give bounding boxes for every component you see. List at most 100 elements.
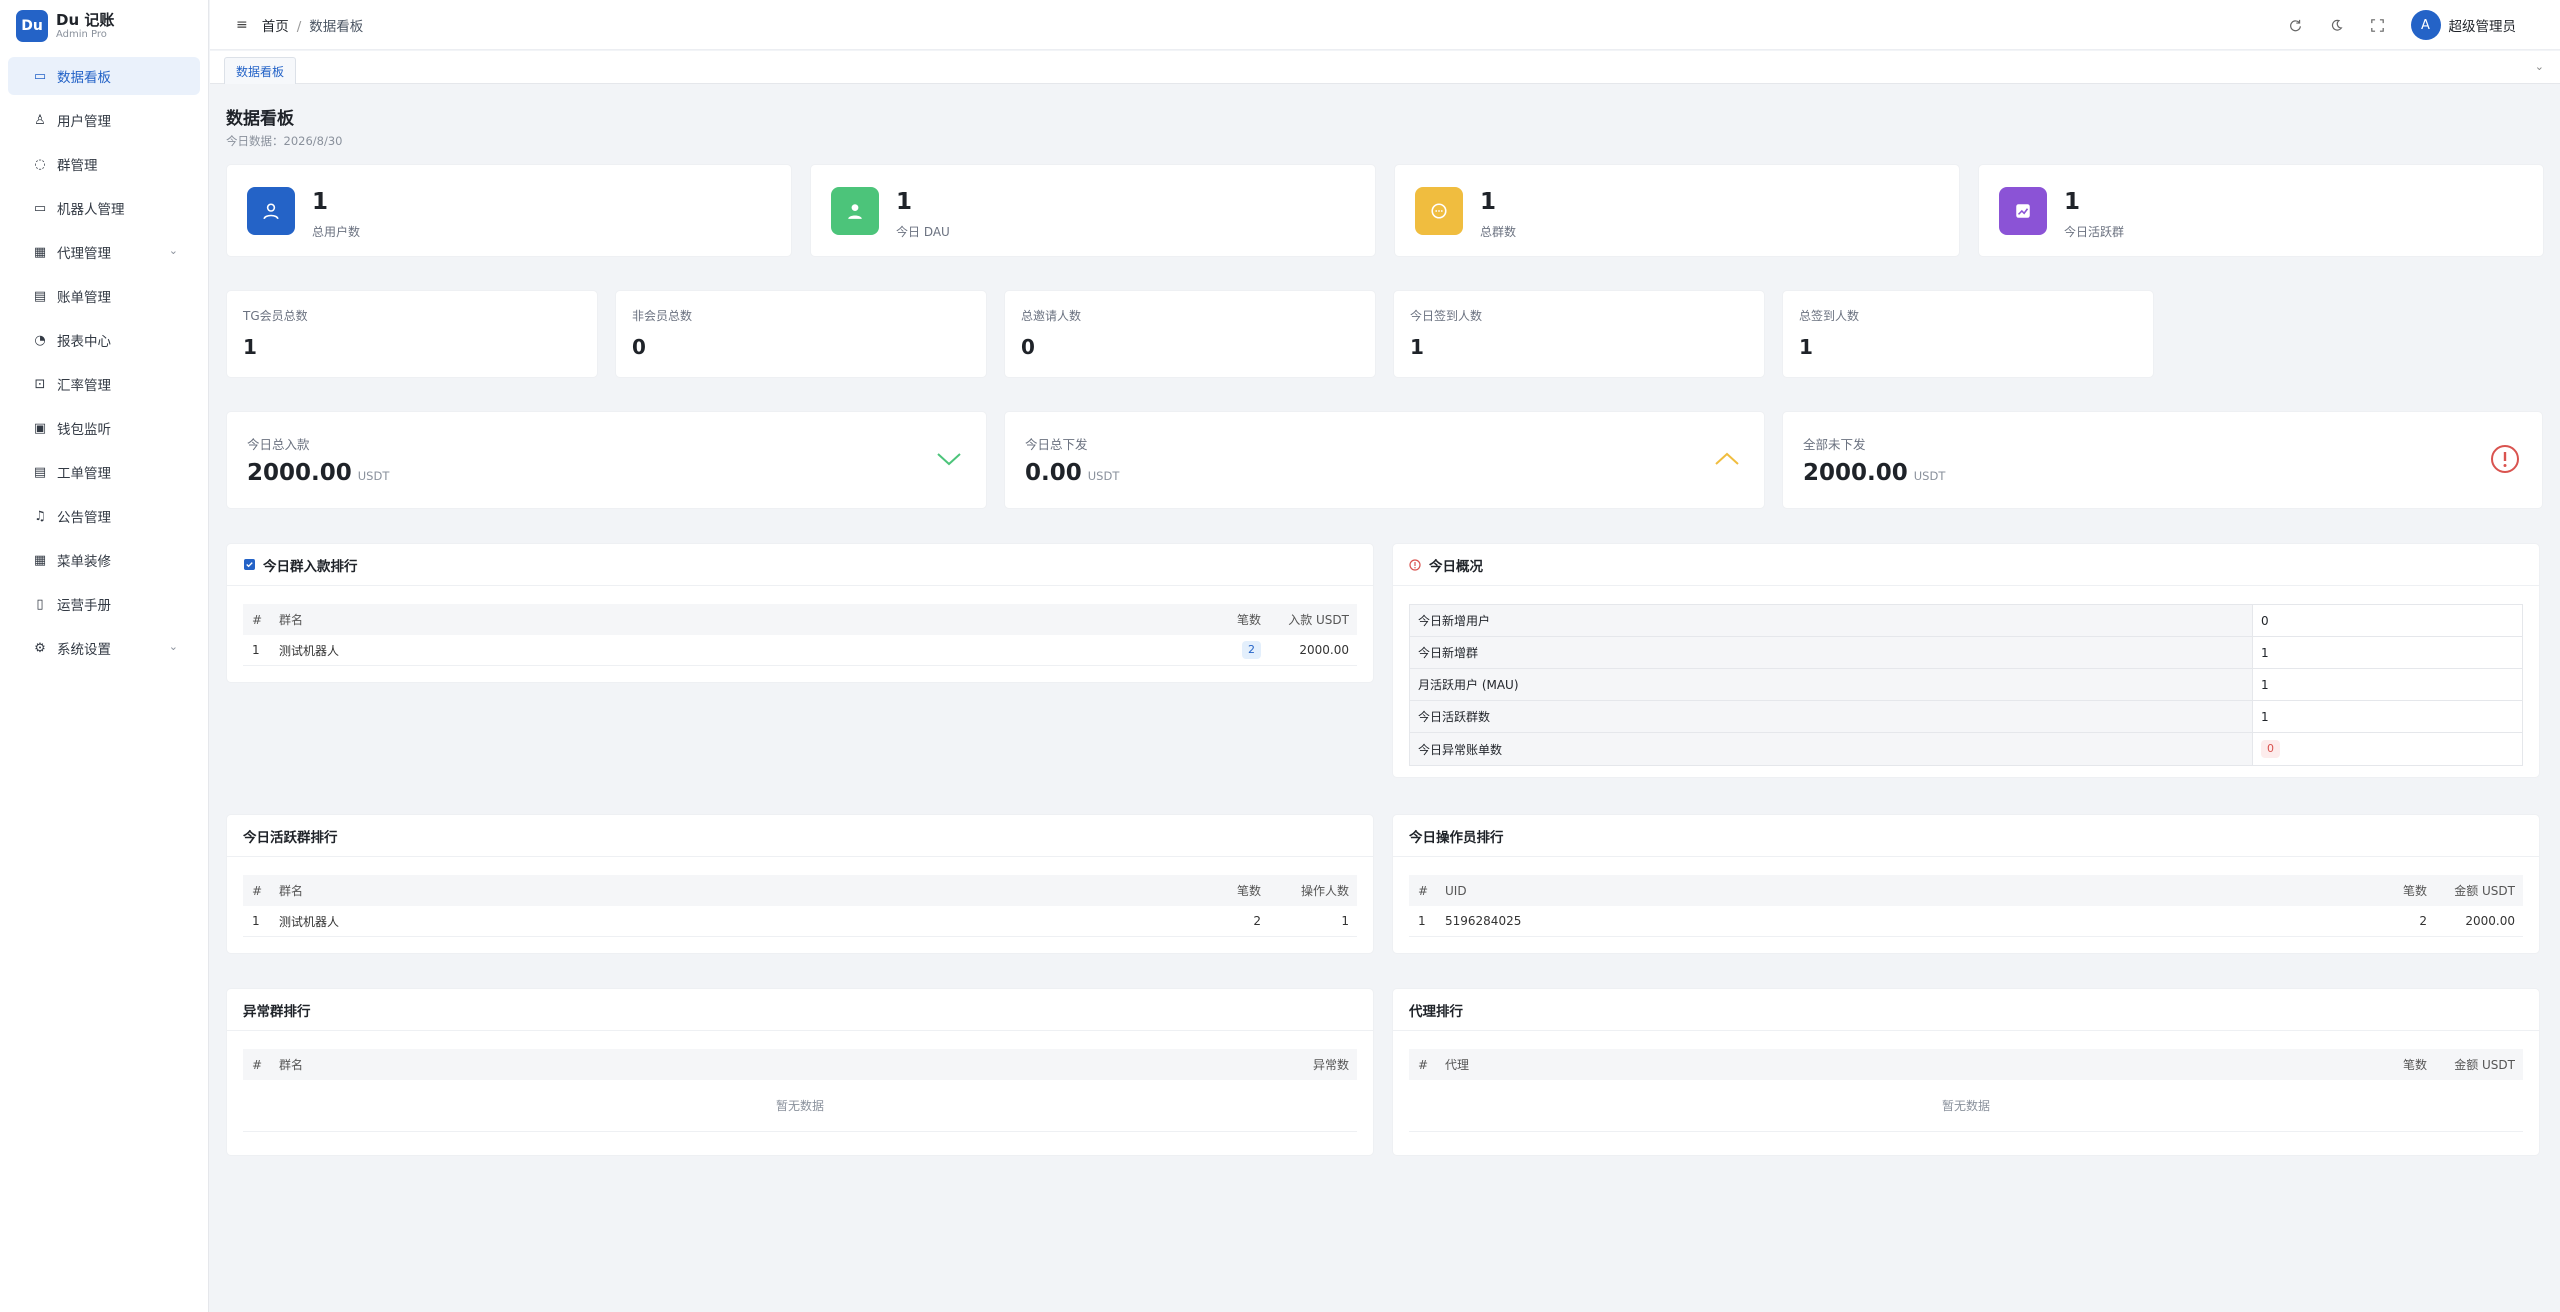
tab-dashboard[interactable]: 数据看板 <box>224 57 297 84</box>
sidebar-item-label: 代理管理 <box>57 246 111 262</box>
table-header-cell: 群名 <box>279 884 304 898</box>
overview-row: 今日活跃群数 1 <box>1410 701 2522 733</box>
panel-title: 今日活跃群排行 <box>227 815 1373 857</box>
dashboard-icon: ▭ <box>33 68 47 84</box>
panel-active-rank: 今日活跃群排行 # 群名 笔数 操作人数 1 测试机器人 2 1 <box>226 814 1374 954</box>
table-header-cell: # <box>252 1057 263 1072</box>
sidebar-item-3[interactable]: ▭ 机器人管理 <box>8 189 200 227</box>
book-icon: ▯ <box>36 596 44 612</box>
pie-chart-icon: ◔ <box>34 332 46 348</box>
table-header-cell: 笔数 <box>2402 884 2427 898</box>
panel-overview: 今日概况 今日新增用户 0 今日新增群 1 月活跃用户 (MAU) 1 今日活跃群数 1 今日异常… <box>1392 543 2540 778</box>
logo-badge: Du <box>16 10 48 42</box>
flow-stat-card: 今日总下发 0.00 USDT <box>1004 411 1765 509</box>
mini-stat-value: 0 <box>1021 335 1035 359</box>
sidebar: Du Du 记账 Admin Pro ▭ 数据看板 ♙ 用户管理 ◌ 群管理 ▭ 机器人管理 ▦… <box>0 0 209 1312</box>
sidebar-item-label: 账单管理 <box>57 290 111 306</box>
sidebar-item-9[interactable]: ▤ 工单管理 <box>8 453 200 491</box>
username[interactable]: 超级管理员 <box>2449 15 2517 35</box>
stat-label: 总群数 <box>1480 225 1517 239</box>
sidebar-item-1[interactable]: ♙ 用户管理 <box>8 101 200 139</box>
row-amount: 2000.00 <box>2465 914 2515 928</box>
sidebar-item-label: 运营手册 <box>57 598 111 614</box>
table-header-cell: 笔数 <box>1236 884 1261 898</box>
table-header-cell: 入款 USDT <box>1288 613 1349 627</box>
chevron-down-icon[interactable]: ⌄ <box>2535 60 2544 73</box>
table-header-cell: UID <box>1445 883 1467 898</box>
agent-rank-table: # 代理 笔数 金额 USDT 暂无数据 <box>1409 1049 2523 1132</box>
sidebar-item-label: 菜单装修 <box>57 554 111 570</box>
flow-stat-value-row: 0.00 USDT <box>1025 460 1119 486</box>
flow-stat-value: 0.00 <box>1025 460 1082 486</box>
overview-row: 今日异常账单数 0 <box>1410 733 2522 765</box>
panel-title: 异常群排行 <box>227 989 1373 1031</box>
sidebar-item-0[interactable]: ▭ 数据看板 <box>8 57 200 95</box>
sidebar-item-label: 钱包监听 <box>57 422 111 438</box>
row-index: 1 <box>252 643 260 657</box>
sidebar-item-12[interactable]: ▯ 运营手册 <box>8 585 200 623</box>
person-icon <box>831 187 879 235</box>
table-row: 1 测试机器人 2 2000.00 <box>243 635 1357 666</box>
app-subtitle: Admin Pro <box>56 29 107 40</box>
table-header-cell: 操作人数 <box>1300 884 1349 898</box>
overview-key: 今日活跃群数 <box>1410 701 2253 732</box>
fullscreen-icon[interactable] <box>2370 17 2386 33</box>
table-header-cell: 金额 USDT <box>2454 1058 2515 1072</box>
sidebar-item-2[interactable]: ◌ 群管理 <box>8 145 200 183</box>
user-icon <box>247 187 295 235</box>
sidebar-item-5[interactable]: ▤ 账单管理 <box>8 277 200 315</box>
flow-stat-value-row: 2000.00 USDT <box>247 460 389 486</box>
logo[interactable]: Du Du 记账 Admin Pro <box>0 0 208 52</box>
mini-stat-label: 非会员总数 <box>632 309 693 323</box>
mini-stat-label: 总签到人数 <box>1799 309 1860 323</box>
flow-stat-value: 2000.00 <box>247 460 352 486</box>
mini-stat-label: 今日签到人数 <box>1410 309 1483 323</box>
mini-stat-value: 1 <box>243 335 257 359</box>
table-header-cell: 群名 <box>279 613 304 627</box>
table-header-cell: 金额 USDT <box>2454 884 2515 898</box>
row-uid: 5196284025 <box>1445 914 1522 928</box>
breadcrumb: 首页 / 数据看板 <box>261 18 364 35</box>
sidebar-item-7[interactable]: ⊡ 汇率管理 <box>8 365 200 403</box>
overview-value-cell: 1 <box>2253 669 2522 700</box>
grid-icon: ▦ <box>33 552 47 568</box>
building-icon: ▦ <box>33 244 47 260</box>
panel-operator-rank: 今日操作员排行 # UID 笔数 金额 USDT 1 5196284025 2 2000.00 <box>1392 814 2540 954</box>
panel-title-text: 今日操作员排行 <box>1409 829 1504 846</box>
sidebar-item-4[interactable]: ▦ 代理管理 ⌄ <box>8 233 200 271</box>
stat-label: 今日 DAU <box>896 225 950 239</box>
sidebar-item-label: 汇率管理 <box>57 378 111 394</box>
chevron-down-icon[interactable]: ⌄ <box>169 244 178 257</box>
sidebar-item-label: 数据看板 <box>57 70 111 86</box>
sidebar-item-8[interactable]: ▣ 钱包监听 <box>8 409 200 447</box>
overview-value-cell: 0 <box>2253 605 2522 636</box>
moon-icon[interactable] <box>2329 17 2345 33</box>
menu-toggle-icon[interactable]: ≡ <box>236 17 248 33</box>
gear-icon: ⚙ <box>34 640 46 656</box>
overview-value: 0 <box>2261 613 2269 628</box>
stat-value: 1 <box>312 189 329 215</box>
refresh-icon[interactable] <box>2288 17 2304 33</box>
info-icon <box>1409 558 1421 571</box>
sidebar-item-label: 系统设置 <box>57 642 111 658</box>
mini-stat-label: 总邀请人数 <box>1021 309 1082 323</box>
chat-icon: ◌ <box>34 156 46 172</box>
sidebar-item-11[interactable]: ▦ 菜单装修 <box>8 541 200 579</box>
avatar[interactable]: A <box>2410 10 2441 40</box>
sidebar-item-13[interactable]: ⚙ 系统设置 ⌄ <box>8 629 200 667</box>
chevron-down-icon[interactable]: ⌄ <box>169 640 178 653</box>
sidebar-item-10[interactable]: ♫ 公告管理 <box>8 497 200 535</box>
stat-card: 1 总群数 <box>1394 164 1960 257</box>
overview-value: 1 <box>2261 709 2269 724</box>
stat-card: 1 总用户数 <box>226 164 792 257</box>
table-header-cell: 异常数 <box>1312 1058 1349 1072</box>
breadcrumb-home[interactable]: 首页 <box>262 19 289 35</box>
overview-value: 1 <box>2261 645 2269 660</box>
table-header: # UID 笔数 金额 USDT <box>1409 875 2523 906</box>
row-amount: 2000.00 <box>1299 643 1349 657</box>
sidebar-item-6[interactable]: ◔ 报表中心 <box>8 321 200 359</box>
panel-title-text: 代理排行 <box>1409 1003 1463 1020</box>
table-header-cell: # <box>252 612 263 627</box>
row-count: 2 <box>2419 914 2427 928</box>
stat-value: 1 <box>1480 189 1497 215</box>
